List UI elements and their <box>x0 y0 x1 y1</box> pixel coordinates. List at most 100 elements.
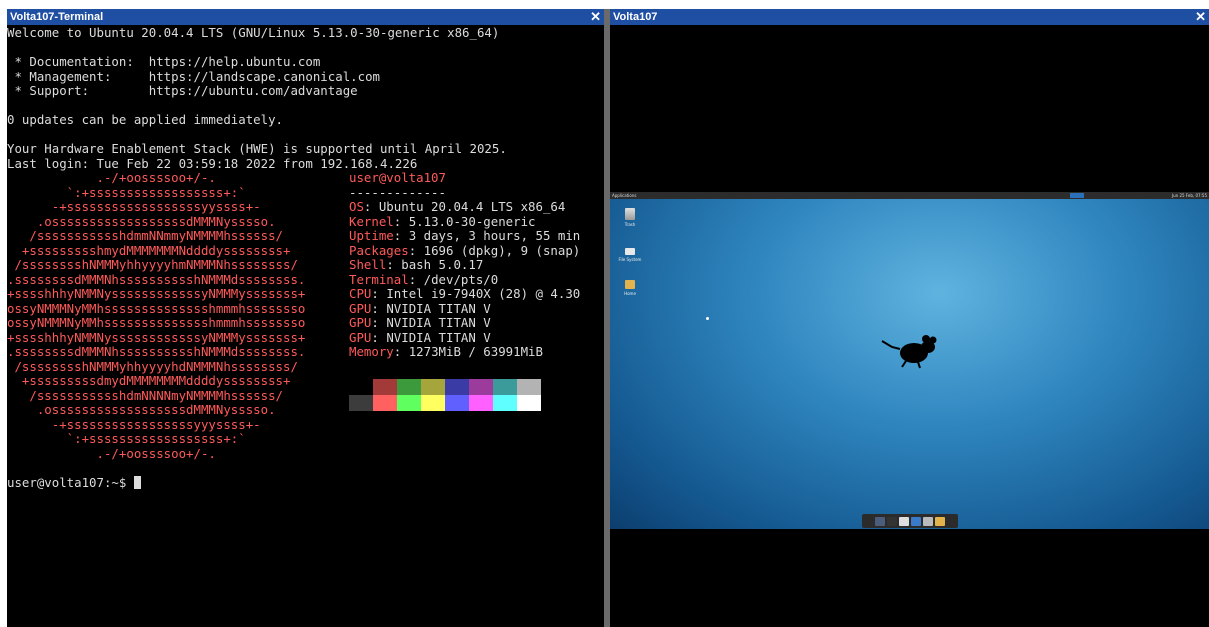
dock-launcher-icon[interactable] <box>935 516 945 526</box>
info-key: Kernel <box>349 214 394 229</box>
info-value: user@volta107 <box>349 171 446 185</box>
ascii-art-line: .-/+oossssoo+/-. <box>7 446 216 461</box>
info-key: GPU <box>349 316 372 330</box>
terminal-line: * Support: https://ubuntu.com/advantage <box>7 84 358 98</box>
terminal-close-icon[interactable]: ✕ <box>590 9 601 25</box>
neofetch-row: /ssssssssssshdmmNNmmyNMMMMhssssss/Uptime… <box>7 229 604 244</box>
color-swatch <box>373 395 397 411</box>
home-folder-icon <box>625 280 635 289</box>
ascii-art-line: +sssshhhyNMMNyssssssssssssyNMMMysssssss+ <box>7 287 306 301</box>
info-value: 1696 (dpkg), 9 (snap) <box>423 243 581 258</box>
color-palette <box>349 379 541 411</box>
info-value: 3 days, 3 hours, 55 min <box>408 229 581 243</box>
ascii-art-line: +sssshhhyNMMNyssssssssssssyNMMMysssssss+ <box>7 330 306 345</box>
color-swatch <box>445 395 469 411</box>
color-swatch <box>421 395 445 411</box>
terminal-line: Last login: Tue Feb 22 03:59:18 2022 fro… <box>7 156 418 171</box>
remote-desktop-window[interactable]: Volta107 ✕ Applications Jun 25 Feb, 07:5… <box>610 9 1209 627</box>
color-swatch <box>373 379 397 395</box>
desktop-icon-file-system[interactable]: File System <box>616 244 644 262</box>
remote-close-icon[interactable]: ✕ <box>1195 9 1206 25</box>
ascii-art-line: +sssssssssdmydMMMMMMMMddddyssssssss+ <box>7 374 291 388</box>
info-key: GPU <box>349 301 372 316</box>
info-key: Shell <box>349 258 387 272</box>
ascii-art-line: .ssssssssdMMMNhsssssssssshNMMMdssssssss. <box>7 272 306 287</box>
dock-launcher-icon[interactable] <box>887 516 897 526</box>
panel-clock[interactable]: Jun 25 Feb, 07:55 <box>1172 192 1207 199</box>
neofetch-row: .ssssssssdMMMNhsssssssssshNMMMdssssssss.… <box>7 345 604 360</box>
applications-menu[interactable]: Applications <box>612 192 636 199</box>
ascii-art-line: .-/+oossssoo+/-. <box>7 171 216 185</box>
color-swatch <box>517 379 541 395</box>
desktop-icon-trash[interactable]: Trash <box>616 208 644 227</box>
color-swatch <box>493 395 517 411</box>
dock-launcher-icon[interactable] <box>911 516 921 526</box>
neofetch-row: ossyNMMMNyMMhsssssssssssssshmmmhssssssso… <box>7 302 604 317</box>
drive-icon <box>625 248 635 255</box>
color-swatch <box>421 379 445 395</box>
neofetch-row: /sssssssshNMMMyhhyyyyhdNMMMNhssssssss/ <box>7 360 604 375</box>
xfce-desktop[interactable]: Applications Jun 25 Feb, 07:55 Trash Fil… <box>610 192 1209 529</box>
system-info-line: Shell: bash 5.0.17 <box>349 258 484 272</box>
ascii-art-line: ossyNMMMNyMMhsssssssssssssshmmmhssssssso <box>7 301 306 316</box>
ascii-art-line: .ossssssssssssssssssdMMMNysssso. <box>7 403 276 417</box>
system-info-line: OS: Ubuntu 20.04.4 LTS x86_64 <box>349 200 566 214</box>
ascii-art-line: +ssssssssshmydMMMMMMMNddddyssssssss+ <box>7 243 291 258</box>
neofetch-row: /sssssssshNMMMyhhyyyyhmNMMMNhssssssss/Sh… <box>7 258 604 273</box>
system-info-line: Packages: 1696 (dpkg), 9 (snap) <box>349 243 581 258</box>
info-value: Ubuntu 20.04.4 LTS x86_64 <box>378 200 566 214</box>
info-key: Memory <box>349 345 394 359</box>
info-value: 1273MiB / 63991MiB <box>408 345 543 359</box>
color-swatch <box>469 379 493 395</box>
neofetch-row: .ossssssssssssssssssdMMMNysssso. Kernel: … <box>7 215 604 230</box>
ascii-art-line: .ossssssssssssssssssdMMMNysssso. <box>7 214 276 229</box>
color-swatch <box>349 395 373 411</box>
xfce-dock[interactable] <box>862 514 958 528</box>
info-value: ------------- <box>349 185 446 200</box>
xfce-mouse-logo-icon <box>881 335 937 369</box>
remote-title: Volta107 <box>613 11 658 23</box>
system-info-line: GPU: NVIDIA TITAN V <box>349 301 491 316</box>
taskbar-window-button[interactable] <box>1070 193 1084 198</box>
desktop-icon-home[interactable]: Home <box>616 280 644 296</box>
dock-launcher-icon[interactable] <box>899 516 909 526</box>
color-swatch <box>517 395 541 411</box>
dock-launcher-icon[interactable] <box>875 516 885 526</box>
system-info-line: user@volta107 <box>349 171 446 186</box>
info-value: /dev/pts/0 <box>423 272 499 287</box>
neofetch-row: ossyNMMMNyMMhsssssssssssssshmmmhssssssso… <box>7 316 604 331</box>
info-key: Packages <box>349 243 409 258</box>
ascii-art-line: `:+ssssssssssssssssss+:` <box>7 432 246 446</box>
ascii-art-line: /ssssssssssshdmNNNNmyNMMMMhssssss/ <box>7 388 284 403</box>
terminal-titlebar[interactable]: Volta107-Terminal ✕ <box>7 9 604 25</box>
neofetch-row: +ssssssssshmydMMMMMMMNddddyssssssss+ Pack… <box>7 244 604 259</box>
neofetch-row: +sssshhhyNMMNyssssssssssssyNMMMysssssss+… <box>7 287 604 302</box>
terminal-output[interactable]: Welcome to Ubuntu 20.04.4 LTS (GNU/Linux… <box>7 26 604 627</box>
mouse-pointer <box>706 317 709 320</box>
ascii-art-line: /sssssssshNMMMyhhyyyyhmNMMMNhssssssss/ <box>7 258 298 272</box>
trash-icon <box>625 208 635 220</box>
shell-prompt[interactable]: user@volta107:~$ <box>7 475 604 491</box>
info-value: NVIDIA TITAN V <box>386 316 491 330</box>
system-info-line: Kernel: 5.13.0-30-generic <box>349 214 536 229</box>
color-swatch <box>349 379 373 395</box>
xfce-top-panel[interactable]: Applications Jun 25 Feb, 07:55 <box>610 192 1209 199</box>
neofetch-row: .-/+oossssoo+/-. user@volta107 <box>7 171 604 186</box>
terminal-line: * Management: https://landscape.canonica… <box>7 69 380 84</box>
terminal-line: Your Hardware Enablement Stack (HWE) is … <box>7 142 507 156</box>
color-swatch <box>397 379 421 395</box>
neofetch-row: -+ssssssssssssssssssyyssss+- OS: Ubuntu 2… <box>7 200 604 215</box>
system-info-line: Uptime: 3 days, 3 hours, 55 min <box>349 229 581 243</box>
system-info-line: CPU: Intel i9-7940X (28) @ 4.30 <box>349 287 581 301</box>
system-info-line: ------------- <box>349 186 446 201</box>
text-cursor <box>133 475 141 489</box>
color-swatch <box>493 379 517 395</box>
terminal-line: Welcome to Ubuntu 20.04.4 LTS (GNU/Linux… <box>7 26 500 40</box>
terminal-line: 0 updates can be applied immediately. <box>7 113 284 127</box>
remote-titlebar[interactable]: Volta107 ✕ <box>610 9 1209 25</box>
info-value: bash 5.0.17 <box>401 258 484 272</box>
dock-launcher-icon[interactable] <box>923 516 933 526</box>
terminal-window[interactable]: Volta107-Terminal ✕ Welcome to Ubuntu 20… <box>7 9 604 627</box>
